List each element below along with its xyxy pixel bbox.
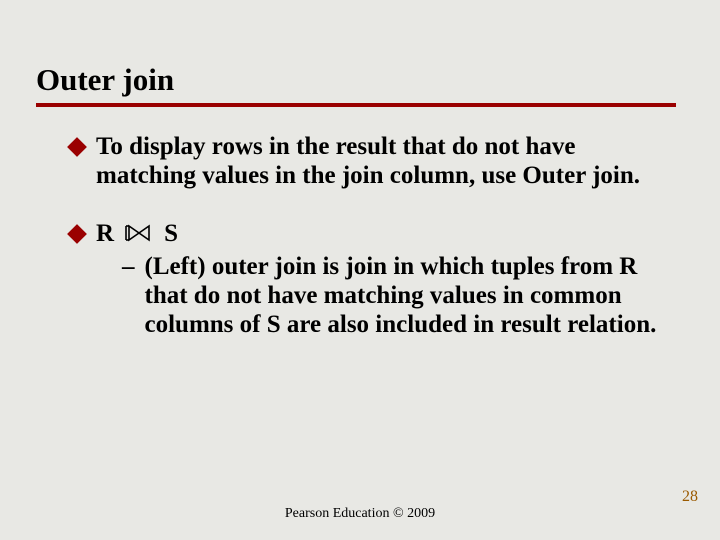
bullet-item: R S – (Left) o <box>70 219 680 340</box>
page-number: 28 <box>682 488 698 506</box>
bullet-text: To display rows in the result that do no… <box>96 132 680 191</box>
diamond-bullet-icon <box>67 137 87 157</box>
title-block: Outer join <box>36 62 676 107</box>
operand-right: S <box>164 219 178 248</box>
title-underline <box>36 103 676 107</box>
diamond-bullet-icon <box>67 224 87 244</box>
bullet-text: R S – (Left) o <box>96 219 680 340</box>
slide: Outer join To display rows in the result… <box>0 0 720 540</box>
slide-body: To display rows in the result that do no… <box>70 132 680 340</box>
dash-bullet-icon: – <box>122 252 135 281</box>
left-outer-join-icon <box>124 223 154 243</box>
sub-bullet-text: (Left) outer join is join in which tuple… <box>145 252 681 340</box>
slide-title: Outer join <box>36 62 676 103</box>
operand-left: R <box>96 219 114 248</box>
sub-bullet: – (Left) outer join is join in which tup… <box>122 252 680 340</box>
bullet-item: To display rows in the result that do no… <box>70 132 680 191</box>
footer-text: Pearson Education © 2009 <box>0 506 720 522</box>
join-expression: R S <box>96 219 680 248</box>
